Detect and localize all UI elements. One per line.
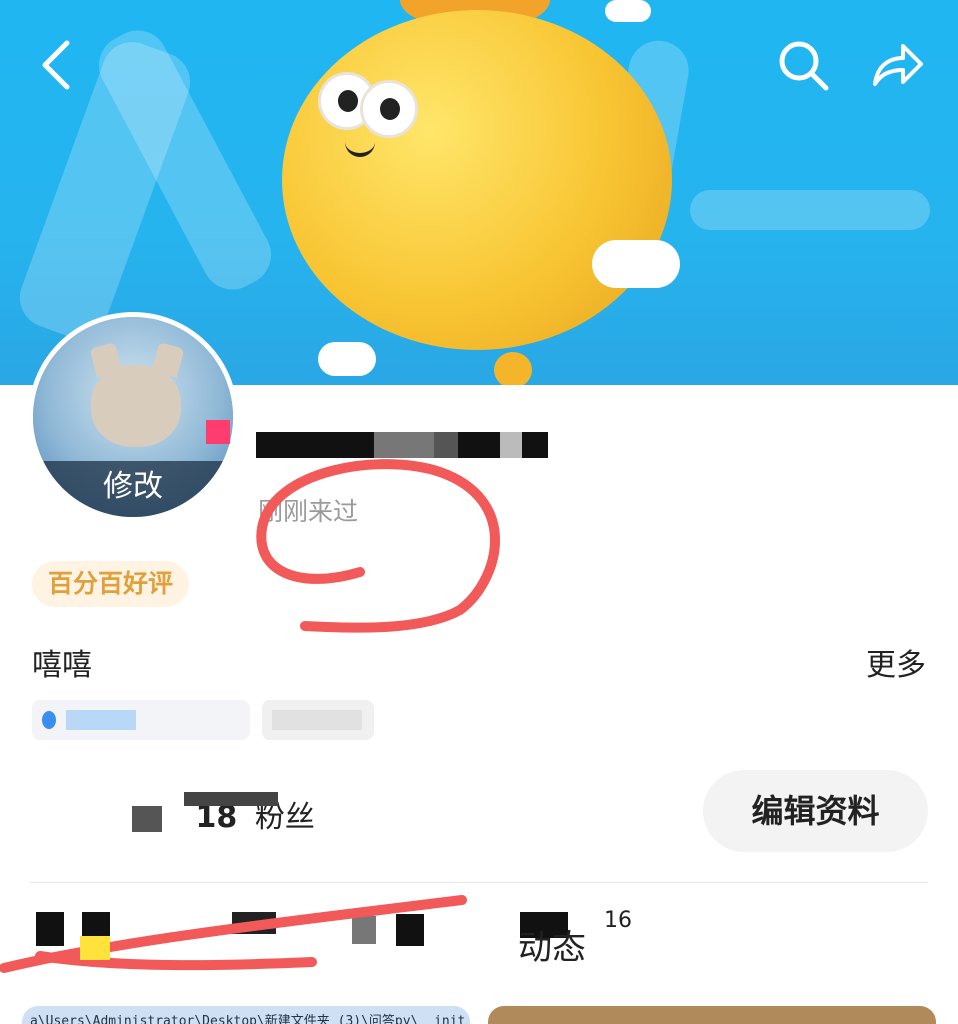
chevron-left-icon: [42, 40, 70, 90]
banner-brush-decoration: [690, 190, 930, 230]
edit-profile-button[interactable]: 编辑资料: [703, 770, 928, 852]
divider: [30, 882, 928, 883]
stats-redacted-block: [184, 792, 278, 806]
username-redacted: [256, 432, 556, 462]
search-button[interactable]: [768, 30, 838, 100]
stats-redacted: [32, 805, 162, 832]
post-card[interactable]: a\Users\Administrator\Desktop\新建文件夹 (3)\…: [22, 1006, 470, 1024]
red-strike-annotation: [35, 951, 317, 971]
avatar-side-badge: [206, 420, 230, 444]
more-link[interactable]: 更多: [866, 640, 926, 684]
tab-dynamic-count: 16: [604, 908, 632, 933]
red-circle-annotation: [256, 459, 500, 633]
tab-redacted[interactable]: [36, 912, 476, 946]
avatar-cat-face: [91, 365, 181, 447]
mascot-mini: [494, 352, 532, 385]
rating-badge[interactable]: 百分百好评: [32, 561, 190, 607]
avatar[interactable]: 修改: [28, 312, 238, 522]
cloud-decoration: [605, 0, 651, 22]
mascot-balloon: [282, 10, 672, 350]
mascot-eye-right: [360, 80, 418, 138]
last-visit-text: 刚刚来过: [258, 497, 359, 526]
share-button[interactable]: [862, 30, 932, 100]
search-icon: [779, 41, 829, 91]
avatar-edit-label[interactable]: 修改: [33, 461, 233, 517]
back-button[interactable]: [22, 30, 92, 100]
tab-dynamic[interactable]: 动态: [518, 920, 586, 969]
chip-redacted: [65, 710, 136, 730]
cloud-decoration: [318, 342, 376, 376]
cloud-decoration: [592, 240, 680, 288]
ip-chip[interactable]: [262, 700, 374, 740]
bio-text: 嘻嘻: [32, 648, 92, 683]
post-card[interactable]: [488, 1006, 936, 1024]
drop-icon: [42, 711, 56, 729]
share-icon: [873, 44, 923, 86]
post-card-caption: a\Users\Administrator\Desktop\新建文件夹 (3)\…: [30, 1014, 470, 1024]
chip-redacted: [272, 710, 362, 730]
info-chip[interactable]: [32, 700, 250, 740]
